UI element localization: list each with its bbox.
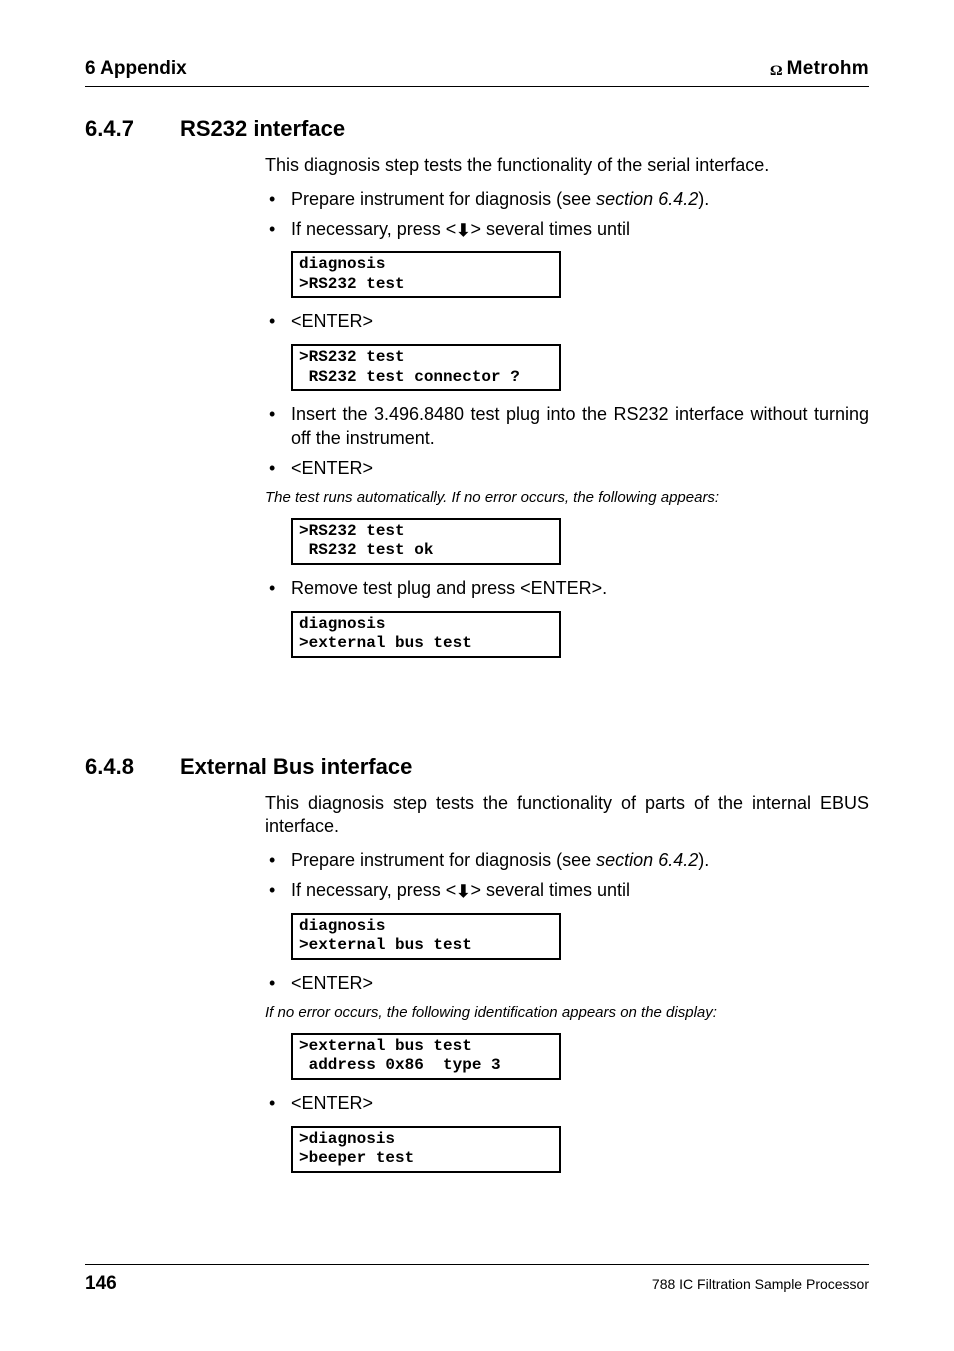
brand-logo: Ω Metrohm [770,58,869,80]
page-number: 146 [85,1273,117,1295]
list-item: Insert the 3.496.8480 test plug into the… [265,403,869,451]
bullet-list: <ENTER> [265,1092,869,1116]
section-heading-648: 6.4.8 External Bus interface [85,754,869,780]
text: ). [698,850,709,870]
section-number: 6.4.8 [85,754,180,780]
bullet-list: Prepare instrument for diagnosis (see se… [265,849,869,903]
list-item: Remove test plug and press <ENTER>. [265,577,869,601]
section-ref: section 6.4.2 [596,850,698,870]
section-648-body: This diagnosis step tests the functional… [265,792,869,1173]
bullet-list: Remove test plug and press <ENTER>. [265,577,869,601]
text: Prepare instrument for diagnosis (see [291,850,596,870]
bullet-list: Prepare instrument for diagnosis (see se… [265,188,869,242]
text: ). [698,189,709,209]
list-item: If necessary, press <⬇> several times un… [265,879,869,903]
page-header: 6 Appendix Ω Metrohm [85,58,869,87]
section-647-body: This diagnosis step tests the functional… [265,154,869,658]
list-item: <ENTER> [265,457,869,481]
section-title: External Bus interface [180,754,412,780]
list-item: <ENTER> [265,972,869,996]
section-ref: section 6.4.2 [596,189,698,209]
lcd-display: >RS232 test RS232 test ok [291,518,561,565]
lcd-display: >RS232 test RS232 test connector ? [291,344,561,391]
lcd-display: diagnosis >RS232 test [291,251,561,298]
section-number: 6.4.7 [85,116,180,142]
bullet-list: Insert the 3.496.8480 test plug into the… [265,403,869,480]
list-item: If necessary, press <⬇> several times un… [265,218,869,242]
lcd-display: diagnosis >external bus test [291,611,561,658]
text: If necessary, press < [291,219,456,239]
list-item: Prepare instrument for diagnosis (see se… [265,849,869,873]
content-area: 6.4.7 RS232 interface This diagnosis ste… [85,110,869,1185]
lcd-display: diagnosis >external bus test [291,913,561,960]
lcd-display: >external bus test address 0x86 type 3 [291,1033,561,1080]
list-item: Prepare instrument for diagnosis (see se… [265,188,869,212]
text: > several times until [470,219,630,239]
down-arrow-icon: ⬇ [456,220,470,242]
chapter-label: 6 Appendix [85,58,187,80]
page-footer: 146 788 IC Filtration Sample Processor [85,1264,869,1295]
bullet-list: <ENTER> [265,310,869,334]
note-text: The test runs automatically. If no error… [265,488,869,508]
text: > several times until [470,880,630,900]
intro-paragraph: This diagnosis step tests the functional… [265,792,869,840]
list-item: <ENTER> [265,310,869,334]
omega-icon: Ω [770,62,783,79]
list-item: <ENTER> [265,1092,869,1116]
intro-paragraph: This diagnosis step tests the functional… [265,154,869,178]
brand-name: Metrohm [787,58,869,80]
down-arrow-icon: ⬇ [456,881,470,903]
bullet-list: <ENTER> [265,972,869,996]
document-name: 788 IC Filtration Sample Processor [652,1276,869,1292]
text: Prepare instrument for diagnosis (see [291,189,596,209]
section-title: RS232 interface [180,116,345,142]
section-heading-647: 6.4.7 RS232 interface [85,116,869,142]
lcd-display: >diagnosis >beeper test [291,1126,561,1173]
note-text: If no error occurs, the following identi… [265,1003,869,1023]
text: If necessary, press < [291,880,456,900]
